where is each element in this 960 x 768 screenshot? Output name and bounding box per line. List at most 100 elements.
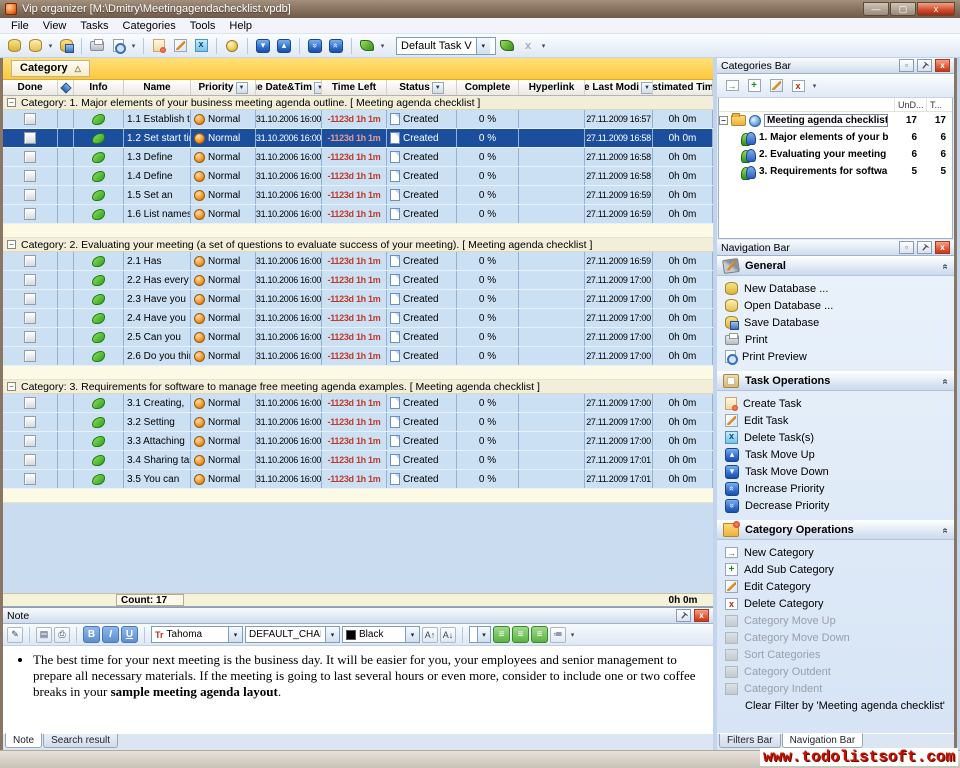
column-info[interactable]: Info (74, 80, 124, 95)
chevron-down-icon[interactable]: ▾ (405, 627, 419, 642)
collapse-chevron-icon[interactable]: « (940, 378, 951, 384)
underline-button[interactable]: U (121, 626, 138, 643)
task-row[interactable]: 2.1 HasNormal31.10.2006 16:00-1123d 1h 1… (3, 252, 713, 271)
task-row[interactable]: 3.4 Sharing tasksNormal31.10.2006 16:00-… (3, 451, 713, 470)
task-row[interactable]: 3.5 You canNormal31.10.2006 16:00-1123d … (3, 470, 713, 489)
menu-categories[interactable]: Categories (116, 19, 183, 33)
task-row[interactable]: 3.1 Creating,Normal31.10.2006 16:00-1123… (3, 394, 713, 413)
nav-item-new-database[interactable]: New Database ... (717, 280, 954, 297)
collapse-chevron-icon[interactable]: « (940, 263, 951, 269)
task-row[interactable]: 1.2 Set start timeNormal31.10.2006 16:00… (3, 129, 713, 148)
save-database-button[interactable] (56, 36, 76, 56)
column-name[interactable]: Name (124, 80, 191, 95)
restore-icon[interactable]: ▫ (899, 59, 914, 72)
maximize-button[interactable]: ▢ (890, 2, 916, 16)
shrink-font-icon[interactable]: A↓ (440, 627, 456, 643)
create-task-button[interactable] (149, 36, 169, 56)
print-preview-button[interactable] (108, 36, 128, 56)
align-right-icon[interactable]: ≡ (531, 626, 548, 643)
find-button[interactable] (222, 36, 242, 56)
nav-item-task-move-down[interactable]: ▾Task Move Down (717, 463, 954, 480)
column-status[interactable]: Status▼ (387, 80, 457, 95)
column-last-modified[interactable]: e Last Modi▼ (585, 80, 653, 95)
delete-task-button[interactable] (191, 36, 211, 56)
font-color-select[interactable]: Black ▾ (342, 626, 420, 643)
note-content[interactable]: The best time for your next meeting is t… (3, 646, 713, 733)
new-database-button[interactable] (4, 36, 24, 56)
menu-file[interactable]: File (4, 19, 36, 33)
close-button[interactable]: x (917, 2, 955, 16)
task-view-select[interactable]: Default Task V ▾ (396, 37, 496, 55)
restore-icon[interactable]: ▫ (899, 241, 914, 254)
done-checkbox[interactable] (24, 473, 36, 485)
chevron-down-icon[interactable]: ▾ (228, 627, 242, 642)
tab-note[interactable]: Note (5, 733, 42, 748)
nav-item-task-move-up[interactable]: ▴Task Move Up (717, 446, 954, 463)
dropdown-arrow-icon[interactable]: ▾ (46, 42, 55, 50)
nav-item-new-category[interactable]: New Category (717, 544, 954, 561)
collapse-icon[interactable]: − (7, 98, 16, 107)
task-row[interactable]: 2.4 Have youNormal31.10.2006 16:00-1123d… (3, 309, 713, 328)
chevron-down-icon[interactable]: ▾ (476, 38, 490, 54)
zoom-select[interactable]: ▾ (469, 626, 491, 643)
nav-section-header-task-operations[interactable]: Task Operations« (717, 371, 954, 391)
pin-icon[interactable]: T (676, 609, 691, 622)
delete-category-button[interactable] (788, 76, 808, 96)
menu-tasks[interactable]: Tasks (73, 19, 115, 33)
column-priority[interactable]: Priority▼ (191, 80, 256, 95)
nav-item-print-preview[interactable]: Print Preview (717, 348, 954, 365)
print-button[interactable] (87, 36, 107, 56)
task-row[interactable]: 2.3 Have youNormal31.10.2006 16:00-1123d… (3, 290, 713, 309)
done-checkbox[interactable] (24, 397, 36, 409)
align-left-icon[interactable]: ≡ (493, 626, 510, 643)
column-due-date[interactable]: ue Date&Tim▼ (256, 80, 322, 95)
nav-item-edit-category[interactable]: Edit Category (717, 578, 954, 595)
nav-item-decrease-priority[interactable]: «Decrease Priority (717, 497, 954, 514)
tree-item-2-evaluating-your-meeting-a-se[interactable]: 2. Evaluating your meeting (a se66 (719, 146, 952, 163)
align-center-icon[interactable]: ≡ (512, 626, 529, 643)
nav-item-print[interactable]: Print (717, 331, 954, 348)
collapse-icon[interactable]: − (7, 240, 16, 249)
edit-category-button[interactable] (766, 76, 786, 96)
pin-icon[interactable]: T (917, 59, 932, 72)
nav-item-delete-task-s[interactable]: Delete Task(s) (717, 429, 954, 446)
done-checkbox[interactable] (24, 435, 36, 447)
task-row[interactable]: 2.6 Do you thinkNormal31.10.2006 16:00-1… (3, 347, 713, 366)
menu-tools[interactable]: Tools (183, 19, 223, 33)
category-group-header[interactable]: −Category: 1. Major elements of your bus… (3, 96, 713, 110)
clear-view-button[interactable]: x (518, 36, 538, 56)
bold-button[interactable]: B (83, 626, 100, 643)
grow-font-icon[interactable]: A↑ (422, 627, 438, 643)
tab-filters-bar[interactable]: Filters Bar (719, 734, 781, 748)
title-bar[interactable]: Vip organizer [M:\Dmitry\Meetingagendach… (0, 0, 960, 18)
tree-item-1-major-elements-of-your-busine[interactable]: 1. Major elements of your busine66 (719, 129, 952, 146)
menu-help[interactable]: Help (222, 19, 259, 33)
new-category-button[interactable] (722, 76, 742, 96)
column-total[interactable]: T... (926, 98, 952, 111)
task-row[interactable]: 1.6 List names ofNormal31.10.2006 16:00-… (3, 205, 713, 224)
overflow-arrow-icon[interactable]: ▾ (810, 82, 819, 90)
column-complete[interactable]: Complete (457, 80, 519, 95)
edit-task-button[interactable] (170, 36, 190, 56)
page-setup-icon[interactable]: ▤ (36, 627, 52, 643)
filter-dropdown-icon[interactable]: ▼ (641, 82, 653, 94)
increase-priority-button[interactable]: « (326, 36, 346, 56)
done-checkbox[interactable] (24, 208, 36, 220)
filter-dropdown-icon[interactable]: ▼ (314, 82, 322, 94)
nav-item-save-database[interactable]: Save Database (717, 314, 954, 331)
done-checkbox[interactable] (24, 454, 36, 466)
filter-button[interactable] (357, 36, 377, 56)
collapse-icon[interactable]: − (719, 116, 728, 125)
edit-note-icon[interactable]: ✎ (7, 627, 23, 643)
task-row[interactable]: 1.3 DefineNormal31.10.2006 16:00-1123d 1… (3, 148, 713, 167)
nav-item-delete-category[interactable]: Delete Category (717, 595, 954, 612)
italic-button[interactable]: I (102, 626, 119, 643)
char-style-select[interactable]: DEFAULT_CHAR ▾ (245, 626, 340, 643)
nav-section-header-category-operations[interactable]: Category Operations« (717, 520, 954, 540)
done-checkbox[interactable] (24, 331, 36, 343)
nav-item-add-sub-category[interactable]: Add Sub Category (717, 561, 954, 578)
tab-search-result[interactable]: Search result (43, 734, 118, 748)
filter-dropdown-icon[interactable]: ▼ (432, 82, 444, 94)
done-checkbox[interactable] (24, 293, 36, 305)
group-by-category-chip[interactable]: Category △ (11, 60, 90, 77)
